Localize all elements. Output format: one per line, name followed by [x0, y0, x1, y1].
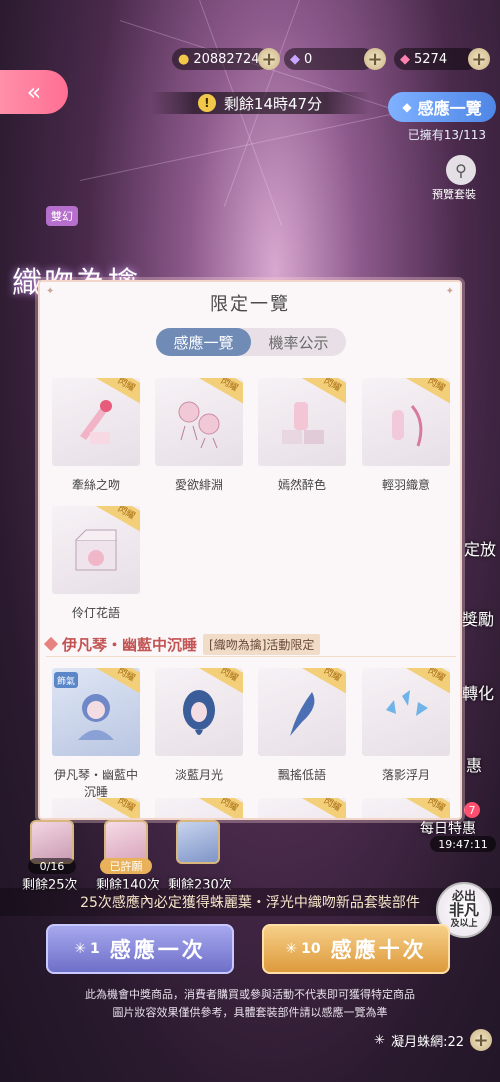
gallery-label: 感應一覽 — [417, 99, 482, 118]
item-card[interactable]: 閃耀 — [155, 798, 243, 818]
guarantee-text: 25次感應內必定獲得蛛麗葉・浮光中織吻新品套裝部件 — [80, 895, 420, 911]
feather-bottle-icon — [392, 405, 423, 447]
draw-once-button[interactable]: ✳ 1 感應一次 — [46, 924, 234, 974]
event-badge: 雙幻 — [46, 206, 78, 226]
disclaimer-line: 圖片妝容效果僅供參考，具體套裝部件請以感應一覽為準 — [112, 1006, 388, 1019]
owned-count: 已擁有13/113 — [407, 128, 486, 142]
draw-ten-label: 感應十次 — [330, 938, 427, 962]
add-crystal-button[interactable]: + — [468, 48, 490, 70]
notification-badge: 7 — [464, 802, 480, 818]
earring-icon — [178, 401, 220, 449]
item-card[interactable]: 閃耀 輕羽織意 — [362, 378, 450, 493]
item-name: 愛欲緋淵 — [174, 478, 223, 492]
diamond-icon: ◆ — [402, 100, 412, 114]
preview-label: 預覽套裝 — [432, 188, 476, 201]
popup-tabs: 感應一覽 機率公示 — [156, 328, 346, 356]
tab-gallery[interactable]: 感應一覽 — [156, 328, 251, 356]
item-card[interactable]: 閃耀 牽絲之吻 — [52, 378, 140, 493]
exclamation-icon: ! — [197, 94, 216, 112]
tab-probability[interactable]: 機率公示 — [251, 328, 346, 356]
item-name: 落影浮月 — [381, 768, 430, 782]
section-tag: [織吻為擒]活動限定 — [203, 633, 321, 655]
web-currency-counter: ✳ 凝月蛛網:22 + — [374, 1028, 492, 1052]
diamond-icon: ◆ — [290, 51, 300, 67]
item-card[interactable]: 閃耀 嫣然醉色 — [258, 378, 346, 493]
section-title: 伊凡琴・幽藍中沉睡 — [62, 635, 198, 654]
crystal-shards-icon — [386, 690, 428, 716]
item-name: 牽絲之吻 — [71, 478, 120, 492]
popup-title: 限定一覽 — [210, 294, 290, 315]
side-label-reward[interactable]: 獎勵 — [462, 606, 494, 630]
draw-once-cost: 1 — [89, 941, 100, 957]
add-diamond-button[interactable]: + — [364, 48, 386, 70]
pool-count: 0/16 — [28, 858, 76, 874]
shine-ribbon: 閃耀 — [95, 798, 140, 818]
spider-web-icon: ✳ — [74, 941, 86, 957]
item-name: 嫣然醉色 — [277, 478, 326, 492]
jewelry-box-icon — [75, 529, 117, 571]
side-label-deal[interactable]: 惠 — [466, 752, 482, 776]
hair-icon — [183, 690, 215, 735]
stamp-text: 及以上 — [450, 919, 478, 929]
diamond-bullet-icon — [43, 636, 59, 652]
daily-deal-timer: 19:47:11 — [430, 836, 496, 852]
limited-list-popup: ✦ ✦ 限定一覽 感應一覽 機率公示 閃耀 牽絲之吻 閃耀 愛欲緋淵 閃耀 嫣然… — [38, 280, 462, 820]
gallery-button[interactable]: ◆ 感應一覽 — [388, 92, 496, 122]
magnifier-icon: ⚲ — [455, 160, 467, 180]
side-label-convert[interactable]: 轉化 — [462, 680, 494, 704]
item-card[interactable]: 閃耀 飄搖低語 — [258, 668, 346, 783]
disclaimer-line: 此為機會中獎商品，消費者購買或參與活動不代表即可獲得特定商品 — [85, 988, 415, 1001]
cat-coin-icon: ● — [178, 51, 190, 67]
draw-once-label: 感應一次 — [109, 938, 206, 962]
item-card[interactable]: 閃耀 — [362, 798, 450, 818]
crystal-counter: ◆ 5274 — [394, 48, 478, 70]
diamond-counter: ◆ 0 — [284, 48, 374, 70]
item-name: 伊凡琴・幽藍中沉睡 — [53, 768, 138, 799]
draw-ten-button[interactable]: ✳ 10 感應十次 — [262, 924, 450, 974]
item-card[interactable]: 閃耀 飾氣 伊凡琴・幽藍中沉睡 — [52, 668, 140, 800]
character-portrait-icon — [78, 694, 114, 740]
gold-value: 20882724 — [193, 51, 260, 67]
daily-deal-label[interactable]: 每日特惠 — [420, 818, 476, 838]
item-card[interactable]: 閃耀 — [52, 798, 140, 818]
draw-ten-cost: 10 — [301, 941, 321, 957]
item-card[interactable]: 閃耀 伶仃花語 — [52, 506, 140, 621]
back-button[interactable]: « — [0, 70, 68, 114]
preview-outfit-button[interactable]: ⚲ — [446, 155, 476, 185]
shine-ribbon: 閃耀 — [198, 798, 243, 818]
pool-reward-3[interactable] — [176, 820, 220, 864]
crystal-value: 5274 — [414, 51, 448, 67]
add-web-currency-button[interactable]: + — [470, 1029, 492, 1051]
outfit-section-header: 伊凡琴・幽藍中沉睡 [織吻為擒]活動限定 — [43, 632, 321, 656]
spider-web-icon: ✳ — [285, 941, 298, 957]
item-name: 淡藍月光 — [174, 768, 223, 782]
makeup-set-icon — [282, 402, 324, 444]
item-card[interactable]: 閃耀 愛欲緋淵 — [155, 378, 243, 493]
guarantee-banner: 25次感應內必定獲得蛛麗葉・浮光中織吻新品套裝部件 — [0, 888, 500, 916]
item-name: 伶仃花語 — [71, 606, 120, 620]
web-currency-value: 凝月蛛網:22 — [391, 1034, 464, 1050]
spider-web-icon: ✳ — [374, 1032, 386, 1048]
gold-counter: ● 20882724 — [172, 48, 270, 70]
item-card[interactable]: 閃耀 落影浮月 — [362, 668, 450, 783]
section-divider — [46, 656, 456, 657]
item-card[interactable]: 閃耀 — [258, 798, 346, 818]
pink-crystal-icon: ◆ — [400, 51, 410, 67]
shine-ribbon: 閃耀 — [301, 798, 346, 818]
feather-accessory-icon — [290, 692, 315, 736]
shine-ribbon: 閃耀 — [405, 798, 450, 818]
item-card[interactable]: 閃耀 淡藍月光 — [155, 668, 243, 783]
hairpin-icon — [80, 400, 112, 444]
item-name: 輕羽織意 — [381, 478, 430, 492]
double-chevron-left-icon: « — [26, 78, 42, 106]
stamp-text: 非凡 — [448, 901, 479, 919]
timer-text: 剩餘14時47分 — [223, 94, 323, 113]
diamond-value: 0 — [304, 51, 313, 67]
event-timer: ! 剩餘14時47分 — [150, 92, 370, 114]
wished-badge: 已許願 — [100, 858, 152, 874]
add-gold-button[interactable]: + — [258, 48, 280, 70]
side-label-release[interactable]: 定放 — [464, 536, 496, 560]
item-name: 飄搖低語 — [277, 768, 326, 782]
